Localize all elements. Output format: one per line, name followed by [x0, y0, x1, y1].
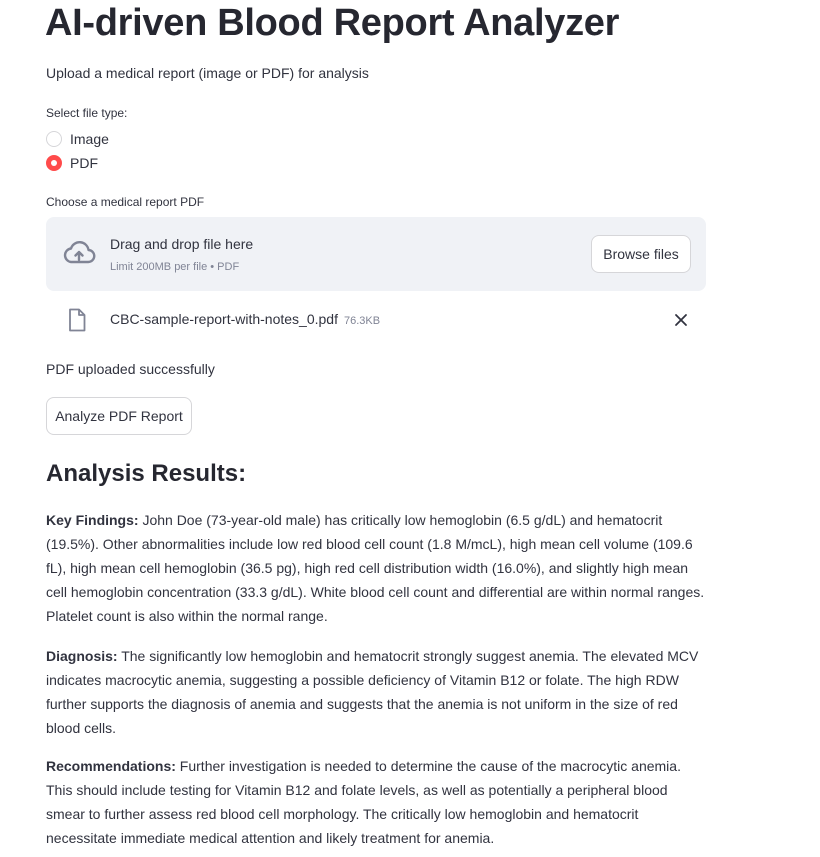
browse-files-button[interactable]: Browse files	[591, 235, 691, 273]
recommendations-label: Recommendations:	[46, 758, 176, 774]
key-findings-label: Key Findings:	[46, 512, 139, 528]
analyze-pdf-button[interactable]: Analyze PDF Report	[46, 397, 192, 435]
upload-status-text: PDF uploaded successfully	[46, 361, 215, 377]
file-icon	[69, 308, 86, 332]
radio-label-pdf: PDF	[70, 155, 98, 171]
file-type-label: Select file type:	[46, 106, 128, 120]
diagnosis-label: Diagnosis:	[46, 648, 118, 664]
key-findings-text: John Doe (73-year-old male) has critical…	[46, 512, 705, 624]
results-title: Analysis Results:	[46, 460, 247, 487]
cloud-upload-icon	[63, 241, 96, 264]
uploaded-file-name: CBC-sample-report-with-notes_0.pdf 76.3KB	[110, 311, 380, 327]
file-name-text: CBC-sample-report-with-notes_0.pdf	[110, 311, 338, 327]
diagnosis-paragraph: Diagnosis: The significantly low hemoglo…	[46, 644, 706, 740]
uploader-label: Choose a medical report PDF	[46, 195, 205, 209]
dropzone-limit: Limit 200MB per file • PDF	[110, 261, 240, 273]
radio-option-pdf[interactable]: PDF	[46, 155, 98, 171]
radio-label-image: Image	[70, 131, 109, 147]
radio-option-image[interactable]: Image	[46, 131, 109, 147]
page-title: AI-driven Blood Report Analyzer	[45, 2, 620, 44]
page-subtitle: Upload a medical report (image or PDF) f…	[46, 65, 369, 81]
radio-selected-icon[interactable]	[46, 155, 62, 171]
file-size: 76.3KB	[343, 315, 381, 327]
key-findings-paragraph: Key Findings: John Doe (73-year-old male…	[46, 508, 706, 628]
radio-unselected-icon[interactable]	[46, 131, 62, 147]
file-dropzone[interactable]: Drag and drop file here Limit 200MB per …	[46, 217, 706, 291]
close-icon[interactable]	[674, 313, 688, 327]
uploaded-file-row: CBC-sample-report-with-notes_0.pdf 76.3KB	[46, 305, 706, 337]
dropzone-instructions: Drag and drop file here	[110, 236, 254, 252]
diagnosis-text: The significantly low hemoglobin and hem…	[46, 648, 699, 736]
recommendations-paragraph: Recommendations: Further investigation i…	[46, 754, 706, 850]
